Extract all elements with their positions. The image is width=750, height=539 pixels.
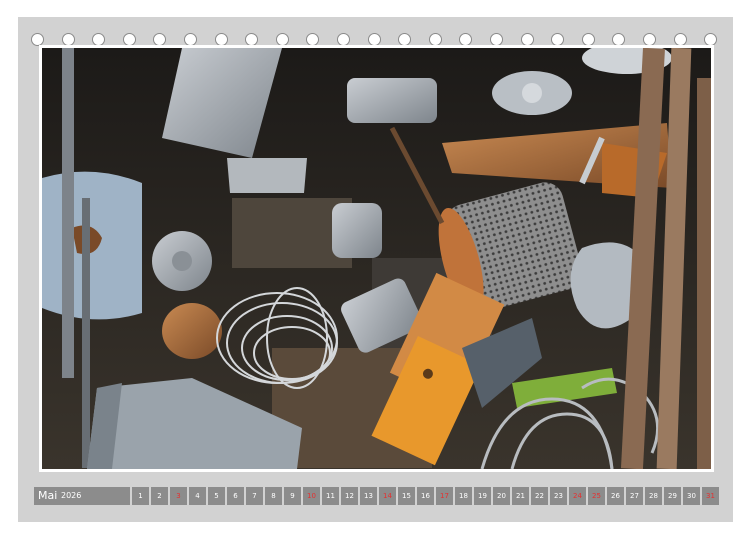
month-name: Mai: [38, 489, 58, 502]
day-cell: 26: [607, 487, 624, 505]
day-cell: 30: [683, 487, 700, 505]
photo-frame: [39, 45, 714, 472]
day-cell: 28: [645, 487, 662, 505]
day-cell: 5: [208, 487, 225, 505]
day-cell: 3: [170, 487, 187, 505]
day-cell: 24: [569, 487, 586, 505]
day-cell: 7: [246, 487, 263, 505]
day-cell: 18: [455, 487, 472, 505]
day-cell: 25: [588, 487, 605, 505]
day-cell: 20: [493, 487, 510, 505]
day-cell: 12: [341, 487, 358, 505]
day-cell: 11: [322, 487, 339, 505]
day-cell: 2: [151, 487, 168, 505]
month-bar: Mai 2026 1 2 3 4 5 6 7 8 9 10 11 12 13 14 15 16 17 18 19 20…: [34, 487, 719, 505]
day-cell: 22: [531, 487, 548, 505]
month-label: Mai 2026: [34, 487, 130, 505]
month-year: 2026: [61, 491, 82, 500]
day-cell: 13: [360, 487, 377, 505]
day-cell: 19: [474, 487, 491, 505]
day-cell: 21: [512, 487, 529, 505]
day-cell: 1: [132, 487, 149, 505]
day-cell: 23: [550, 487, 567, 505]
day-cell: 17: [436, 487, 453, 505]
day-cell: 8: [265, 487, 282, 505]
day-cell: 31: [702, 487, 719, 505]
wall-calendar-page: Mai 2026 1 2 3 4 5 6 7 8 9 10 11 12 13 14 15 16 17 18 19 20…: [18, 17, 733, 522]
day-cell: 14: [379, 487, 396, 505]
day-cell: 29: [664, 487, 681, 505]
day-cell: 15: [398, 487, 415, 505]
day-cell: 27: [626, 487, 643, 505]
day-cell: 10: [303, 487, 320, 505]
day-cell: 4: [189, 487, 206, 505]
day-cell: 6: [227, 487, 244, 505]
day-cell: 9: [284, 487, 301, 505]
scrap-metal-photo: [42, 48, 711, 469]
day-cell: 16: [417, 487, 434, 505]
scrap-metal-illustration: [42, 48, 711, 469]
